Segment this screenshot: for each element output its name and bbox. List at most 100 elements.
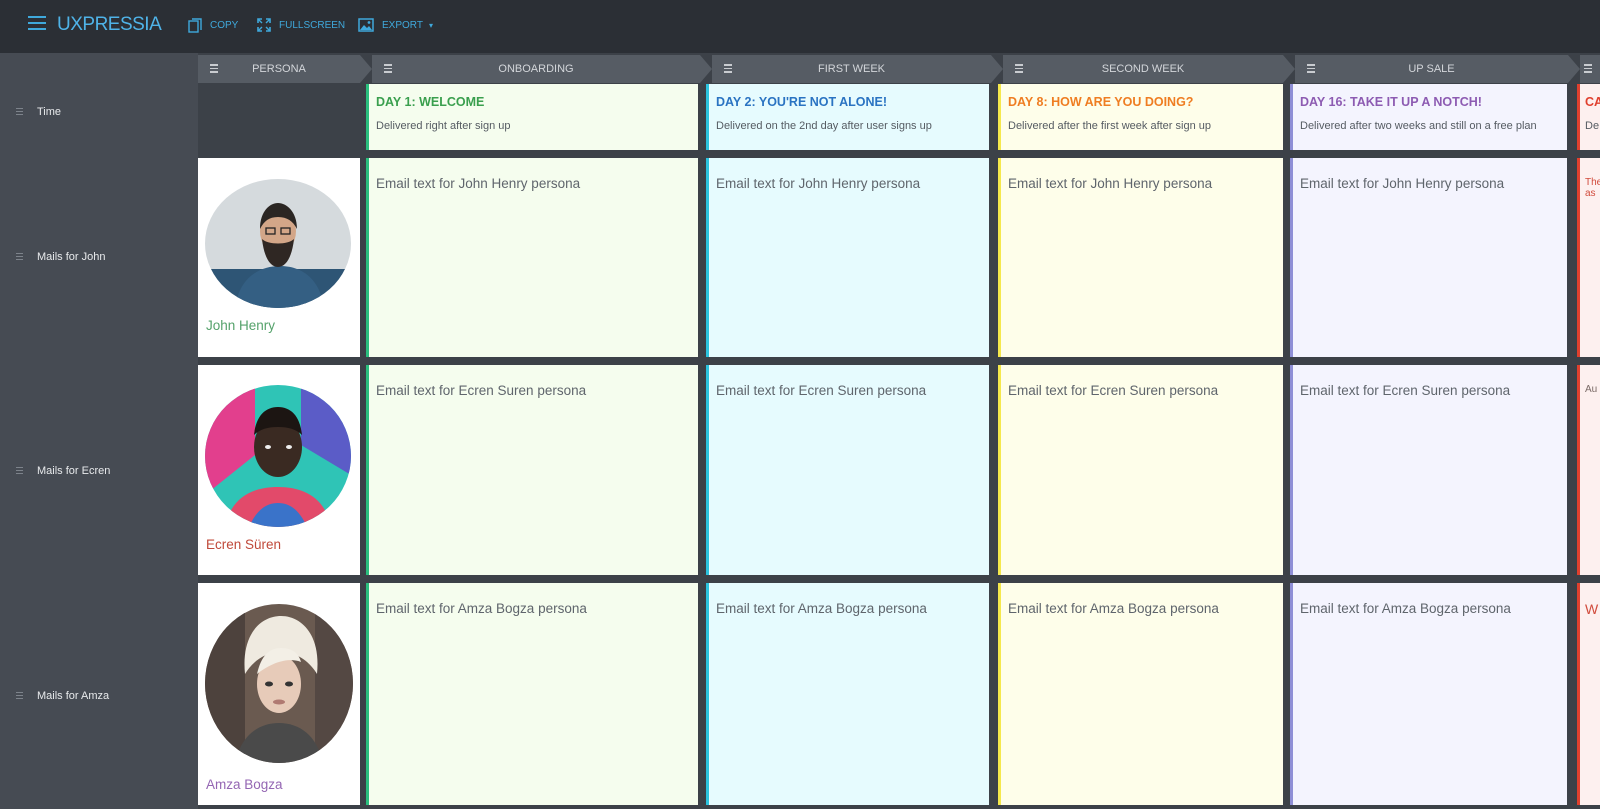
stage-menu-icon[interactable]: [210, 64, 218, 75]
mail-text: Email text for Amza Bogza persona: [716, 601, 927, 616]
mail-cell-john-second-week[interactable]: Email text for John Henry persona: [998, 158, 1283, 357]
stage-menu-icon[interactable]: [1584, 64, 1592, 75]
mail-text: Email text for Amza Bogza persona: [1300, 601, 1511, 616]
mail-text: Email text for John Henry persona: [716, 176, 921, 191]
stage-header-up-sale[interactable]: UP SALE: [1295, 55, 1568, 83]
stage-header-persona[interactable]: PERSONA: [198, 55, 360, 83]
top-bar: UXPRESSIA COPY FULLSCREEN EXPORT ▾: [0, 0, 1600, 53]
time-cell-title: CA: [1585, 95, 1600, 109]
cell-color-bar: [1290, 365, 1293, 575]
cell-color-bar: [1577, 158, 1580, 357]
cell-color-bar: [706, 84, 709, 150]
mail-text: Email text for Ecren Suren persona: [1300, 383, 1511, 398]
stage-header-next[interactable]: [1580, 55, 1600, 83]
time-cell-title: DAY 1: WELCOME: [376, 95, 485, 109]
stage-menu-icon[interactable]: [724, 64, 732, 75]
time-cell-first-week[interactable]: DAY 2: YOU'RE NOT ALONE! Delivered on th…: [706, 84, 989, 150]
cell-color-bar: [706, 158, 709, 357]
cell-color-bar: [1290, 583, 1293, 805]
copy-icon: [188, 18, 202, 33]
time-cell-onboarding[interactable]: DAY 1: WELCOME Delivered right after sig…: [366, 84, 698, 150]
mail-text: Email text for Amza Bogza persona: [376, 601, 587, 616]
mail-text: Au: [1585, 384, 1598, 395]
mail-cell-ecren-up-sale[interactable]: Email text for Ecren Suren persona: [1290, 365, 1567, 575]
time-cell-subtitle: De: [1585, 120, 1600, 132]
cell-color-bar: [1577, 583, 1580, 805]
copy-label: COPY: [210, 20, 239, 31]
cell-color-bar: [706, 583, 709, 805]
stage-arrow: [700, 55, 712, 83]
time-cell-subtitle: Delivered on the 2nd day after user sign…: [716, 120, 932, 132]
menu-icon[interactable]: [28, 16, 46, 32]
copy-button[interactable]: COPY: [188, 18, 238, 33]
mail-cell-john-onboarding[interactable]: Email text for John Henry persona: [366, 158, 698, 357]
avatar: [205, 385, 351, 527]
drag-handle-icon[interactable]: [16, 252, 23, 262]
stage-header-onboarding[interactable]: ONBOARDING: [372, 55, 700, 83]
mail-text: Email text for John Henry persona: [1300, 176, 1505, 191]
stage-arrow: [360, 55, 372, 83]
mail-cell-amza-first-week[interactable]: Email text for Amza Bogza persona: [706, 583, 989, 805]
mail-cell-amza-up-sale[interactable]: Email text for Amza Bogza persona: [1290, 583, 1567, 805]
cell-color-bar: [1290, 158, 1293, 357]
time-cell-up-sale[interactable]: DAY 16: TAKE IT UP A NOTCH! Delivered af…: [1290, 84, 1567, 150]
stage-header-second-week[interactable]: SECOND WEEK: [1003, 55, 1283, 83]
mail-cell-amza-partial[interactable]: W: [1577, 583, 1600, 805]
app-logo[interactable]: UXPRESSIA: [57, 14, 162, 36]
cell-color-bar: [366, 365, 369, 575]
stage-arrow: [1283, 55, 1295, 83]
persona-card-ecren[interactable]: Ecren Süren: [198, 365, 360, 575]
fullscreen-icon: [257, 18, 271, 32]
mail-cell-amza-second-week[interactable]: Email text for Amza Bogza persona: [998, 583, 1283, 805]
time-cell-second-week[interactable]: DAY 8: HOW ARE YOU DOING? Delivered afte…: [998, 84, 1283, 150]
avatar: [205, 604, 353, 763]
cell-color-bar: [1577, 365, 1580, 575]
mail-cell-ecren-second-week[interactable]: Email text for Ecren Suren persona: [998, 365, 1283, 575]
persona-card-john[interactable]: John Henry: [198, 158, 360, 357]
mail-text: Email text for Ecren Suren persona: [1008, 383, 1219, 398]
row-label-mails-john[interactable]: Mails for John: [16, 251, 105, 263]
mail-cell-john-first-week[interactable]: Email text for John Henry persona: [706, 158, 989, 357]
fullscreen-label: FULLSCREEN: [279, 19, 346, 31]
mail-text: The: [1585, 177, 1600, 188]
time-cell-subtitle: Delivered after two weeks and still on a…: [1300, 120, 1537, 132]
cell-color-bar: [998, 158, 1001, 357]
mail-text: W: [1585, 601, 1599, 617]
row-label-mails-ecren[interactable]: Mails for Ecren: [16, 465, 110, 477]
cell-color-bar: [998, 583, 1001, 805]
stage-menu-icon[interactable]: [1307, 64, 1315, 75]
fullscreen-button[interactable]: FULLSCREEN: [257, 18, 345, 32]
row-label-mails-amza[interactable]: Mails for Amza: [16, 690, 109, 702]
time-cell-subtitle: Delivered right after sign up: [376, 120, 511, 132]
cell-color-bar: [1577, 84, 1580, 150]
persona-card-amza[interactable]: Amza Bogza: [198, 583, 360, 805]
mail-cell-ecren-onboarding[interactable]: Email text for Ecren Suren persona: [366, 365, 698, 575]
export-label: EXPORT: [382, 19, 423, 31]
mail-cell-john-up-sale[interactable]: Email text for John Henry persona: [1290, 158, 1567, 357]
mail-cell-john-partial[interactable]: The as: [1577, 158, 1600, 357]
drag-handle-icon[interactable]: [16, 466, 23, 476]
mail-text: Email text for John Henry persona: [376, 176, 581, 191]
stage-menu-icon[interactable]: [1015, 64, 1023, 75]
export-button[interactable]: EXPORT ▾: [358, 18, 433, 32]
stage-header-first-week[interactable]: FIRST WEEK: [712, 55, 991, 83]
mail-text: Email text for Ecren Suren persona: [376, 383, 587, 398]
cell-color-bar: [366, 583, 369, 805]
drag-handle-icon[interactable]: [16, 691, 23, 701]
stage-menu-icon[interactable]: [384, 64, 392, 75]
mail-text: Email text for Amza Bogza persona: [1008, 601, 1219, 616]
mail-cell-ecren-partial[interactable]: Au: [1577, 365, 1600, 575]
mail-text: Email text for Ecren Suren persona: [716, 383, 927, 398]
cell-color-bar: [366, 84, 369, 150]
stage-arrow: [1568, 55, 1580, 83]
mail-text: Email text for John Henry persona: [1008, 176, 1213, 191]
mail-cell-amza-onboarding[interactable]: Email text for Amza Bogza persona: [366, 583, 698, 805]
row-label-time[interactable]: Time: [16, 106, 61, 118]
drag-handle-icon[interactable]: [16, 107, 23, 117]
cell-color-bar: [1290, 84, 1293, 150]
time-cell-partial[interactable]: CA De: [1577, 84, 1600, 150]
mail-cell-ecren-first-week[interactable]: Email text for Ecren Suren persona: [706, 365, 989, 575]
avatar: [205, 179, 351, 308]
time-cell-subtitle: Delivered after the first week after sig…: [1008, 120, 1211, 132]
cell-color-bar: [366, 158, 369, 357]
